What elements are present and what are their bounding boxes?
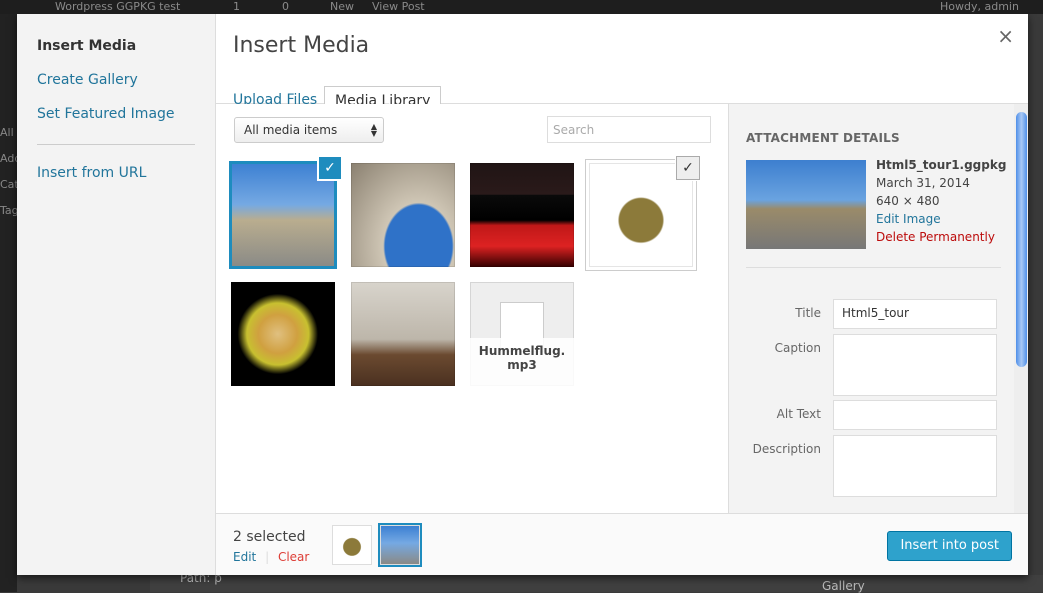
media-menu: Insert Media Create Gallery Set Featured…	[17, 14, 216, 575]
details-date: March 31, 2014	[876, 176, 970, 190]
editor-background: Path: p Gallery	[150, 571, 1043, 593]
clear-selection-link[interactable]: Clear	[278, 550, 309, 564]
attachment-details: ATTACHMENT DETAILS Html5_tour1.ggpkg Mar…	[728, 104, 1028, 513]
delete-permanently-link[interactable]: Delete Permanently	[876, 228, 1006, 246]
admin-menu-item[interactable]: Cat	[0, 178, 19, 191]
attachment-room[interactable]	[351, 282, 455, 386]
attachment-reindeer[interactable]: ✓	[585, 156, 700, 271]
menu-insert-from-url[interactable]: Insert from URL	[37, 165, 146, 181]
attachment-panorama[interactable]: ✓	[229, 156, 342, 269]
description-textarea[interactable]	[833, 435, 997, 497]
check-icon[interactable]: ✓	[676, 156, 700, 180]
insert-into-post-button[interactable]: Insert into post	[887, 531, 1012, 561]
selected-thumb-reindeer[interactable]	[332, 525, 372, 565]
edit-image-link[interactable]: Edit Image	[876, 210, 1006, 228]
title-input[interactable]: Html5_tour	[833, 299, 997, 329]
attachment-3d-head[interactable]	[231, 282, 335, 386]
check-icon[interactable]: ✓	[318, 156, 342, 180]
menu-insert-media[interactable]: Insert Media	[37, 38, 136, 54]
admin-bar: Wordpress GGPKG test 1 0 New View Post H…	[0, 0, 1043, 14]
details-divider	[746, 267, 1001, 268]
caption-label: Caption	[774, 341, 821, 355]
router-tabs: Upload Files Media Library	[216, 69, 1028, 121]
details-scrollbar[interactable]	[1014, 104, 1028, 513]
menu-create-gallery[interactable]: Create Gallery	[37, 72, 138, 88]
gallery-format-label: Gallery	[822, 579, 865, 593]
alt-text-input[interactable]	[833, 400, 997, 430]
admin-menu-item[interactable]: Tag	[0, 204, 19, 217]
new-link[interactable]: New	[330, 0, 354, 13]
caption-textarea[interactable]	[833, 334, 997, 396]
search-input[interactable]: Search	[547, 116, 711, 143]
select-arrows-icon: ▲ ▼	[370, 122, 377, 138]
site-name-link[interactable]: Wordpress GGPKG test	[55, 0, 180, 13]
howdy-link[interactable]: Howdy, admin	[940, 0, 1019, 13]
attachments-browser: All media items ▲ ▼ Search ✓ ✓ Hummelflug…	[216, 104, 728, 513]
edit-selection-link[interactable]: Edit	[233, 550, 256, 564]
menu-separator	[37, 144, 195, 145]
modal-title: Insert Media	[233, 33, 370, 58]
filter-value: All media items	[244, 123, 338, 137]
selection-count: 2 selected	[233, 529, 306, 545]
media-toolbar: 2 selected Edit | Clear Insert into post	[216, 513, 1028, 575]
attachment-theater[interactable]	[470, 163, 574, 267]
details-filename: Html5_tour1.ggpkg	[876, 158, 1007, 172]
admin-menu: All Add Cat Tag	[0, 14, 21, 592]
alt-text-label: Alt Text	[776, 407, 821, 421]
details-dimensions: 640 × 480	[876, 194, 940, 208]
attachment-arch[interactable]	[351, 163, 455, 267]
title-label: Title	[795, 306, 821, 320]
selected-thumb-panorama[interactable]	[378, 523, 422, 567]
media-filter-select[interactable]: All media items ▲ ▼	[234, 117, 384, 143]
close-icon[interactable]: ×	[997, 24, 1014, 48]
view-post-link[interactable]: View Post	[372, 0, 425, 13]
media-modal: Insert Media Create Gallery Set Featured…	[17, 14, 1028, 575]
scrollbar-thumb[interactable]	[1016, 112, 1027, 367]
description-label: Description	[752, 442, 821, 456]
menu-set-featured-image[interactable]: Set Featured Image	[37, 106, 175, 122]
updates-count[interactable]: 1	[233, 0, 240, 13]
details-thumbnail	[746, 160, 866, 249]
comments-count[interactable]: 0	[282, 0, 289, 13]
details-heading: ATTACHMENT DETAILS	[746, 131, 900, 145]
attachment-audio[interactable]: Hummelflug.mp3	[470, 282, 574, 386]
attachment-filename: Hummelflug.mp3	[470, 338, 574, 386]
admin-menu-item[interactable]: All	[0, 126, 14, 139]
